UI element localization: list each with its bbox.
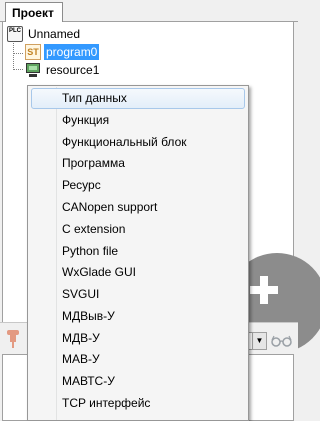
chevron-down-icon[interactable]: ▼: [252, 333, 266, 349]
menu-item-mdv-u[interactable]: МДВ-У: [31, 328, 245, 349]
tree-node-label: program0: [44, 44, 100, 60]
menu-item-resource[interactable]: Ресурс: [31, 175, 245, 196]
plc-icon: PLC: [7, 26, 23, 42]
menu-item-data-type[interactable]: Тип данных: [31, 88, 245, 109]
plus-icon: [260, 276, 268, 304]
menu-item-canopen[interactable]: CANopen support: [31, 197, 245, 218]
tree-connector: [13, 40, 14, 70]
glasses-icon[interactable]: [271, 335, 293, 347]
menu-item-mavts-u[interactable]: МАВТС-У: [31, 371, 245, 392]
menu-item-mdvyv-u[interactable]: МДВыв-У: [31, 306, 245, 327]
menu-item-c-extension[interactable]: C extension: [31, 219, 245, 240]
tree-node-root[interactable]: PLC Unnamed: [7, 25, 82, 43]
menu-item-tcp-interface[interactable]: TCP интерфейс: [31, 393, 245, 414]
st-program-icon: ST: [25, 44, 41, 60]
menu-item-function-block[interactable]: Функциональный блок: [31, 132, 245, 153]
tree-node-label: Unnamed: [28, 27, 81, 41]
resource-icon: [25, 62, 41, 78]
tree-node-resource1[interactable]: resource1: [25, 61, 101, 79]
menu-item-python-file[interactable]: Python file: [31, 241, 245, 262]
tree-node-label: resource1: [46, 63, 100, 77]
menu-item-svgui[interactable]: SVGUI: [31, 284, 245, 305]
tree-connector: [13, 69, 23, 70]
tree-connector: [13, 53, 23, 54]
pin-icon[interactable]: [5, 330, 21, 348]
menu-item-wxglade-gui[interactable]: WxGlade GUI: [31, 262, 245, 283]
context-menu: Тип данных Функция Функциональный блок П…: [27, 85, 249, 421]
tab-strip: Проект: [0, 0, 298, 23]
tree-node-program0[interactable]: ST program0: [25, 43, 100, 61]
menu-item-program[interactable]: Программа: [31, 153, 245, 174]
tab-project[interactable]: Проект: [5, 2, 63, 23]
menu-item-mav-u[interactable]: МАВ-У: [31, 349, 245, 370]
menu-item-function[interactable]: Функция: [31, 110, 245, 131]
